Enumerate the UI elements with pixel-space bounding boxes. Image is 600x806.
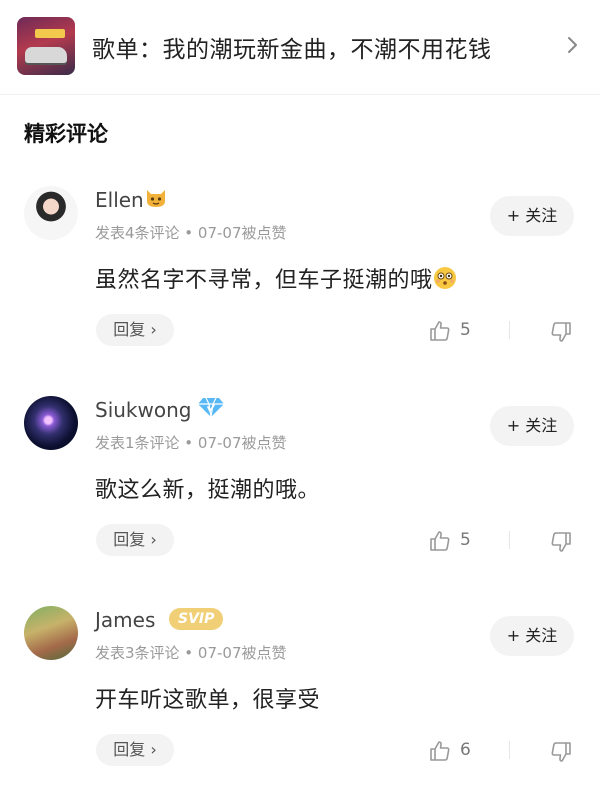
thumbs-down-icon[interactable]	[549, 320, 573, 344]
playlist-title[interactable]: 歌单：我的潮玩新金曲，不潮不用花钱	[92, 30, 492, 64]
thumbs-up-icon[interactable]	[428, 319, 452, 343]
comment-meta: 发表1条评论 • 07-07被点赞	[95, 434, 287, 452]
comment-text: 歌这么新，挺潮的哦。	[95, 478, 321, 503]
username[interactable]: Siukwong	[95, 398, 191, 422]
comment-item: Ellen 发表4条评论 • 07-07被点赞 + 关注 虽然名字不寻常，但车子…	[0, 176, 600, 386]
divider	[509, 531, 510, 549]
playlist-card[interactable]: 歌单：我的潮玩新金曲，不潮不用花钱	[0, 0, 600, 95]
follow-button[interactable]: + 关注	[490, 196, 574, 236]
like-count: 6	[460, 740, 471, 760]
reply-button[interactable]: 回复 ›	[96, 314, 174, 346]
comment-text: 开车听这歌单，很享受	[95, 688, 321, 713]
username[interactable]: Ellen	[95, 188, 144, 212]
thumbs-up-icon[interactable]	[428, 739, 452, 763]
svip-badge: SVIP	[169, 608, 224, 630]
comment-meta: 发表3条评论 • 07-07被点赞	[95, 644, 287, 662]
playlist-cover-image	[17, 17, 75, 75]
reply-button[interactable]: 回复 ›	[96, 734, 174, 766]
avatar[interactable]	[24, 396, 78, 450]
comment-item: James SVIP 发表3条评论 • 07-07被点赞 + 关注 开车听这歌单…	[0, 596, 600, 806]
follow-button[interactable]: + 关注	[490, 616, 574, 656]
comment-text: 虽然名字不寻常，但车子挺潮的哦	[95, 262, 457, 294]
follow-button[interactable]: + 关注	[490, 406, 574, 446]
like-count: 5	[460, 320, 471, 340]
thumbs-down-icon[interactable]	[549, 530, 573, 554]
like-count: 5	[460, 530, 471, 550]
username[interactable]: James	[95, 608, 155, 632]
divider	[509, 321, 510, 339]
thumbs-down-icon[interactable]	[549, 740, 573, 764]
reply-button[interactable]: 回复 ›	[96, 524, 174, 556]
section-title: 精彩评论	[24, 122, 108, 146]
avatar[interactable]	[24, 186, 78, 240]
thumbs-up-icon[interactable]	[428, 529, 452, 553]
comment-item: Siukwong 发表1条评论 • 07-07被点赞 + 关注 歌这么新，挺潮的…	[0, 386, 600, 596]
chevron-right-icon[interactable]	[560, 33, 584, 57]
comment-text-body: 虽然名字不寻常，但车子挺潮的哦	[95, 268, 433, 293]
cover-car	[25, 47, 67, 63]
cat-emoji-icon	[147, 190, 165, 207]
diamond-vip-icon	[198, 397, 224, 418]
cover-tag	[35, 29, 65, 38]
divider	[509, 741, 510, 759]
flushed-emoji-icon	[433, 267, 456, 289]
comment-meta: 发表4条评论 • 07-07被点赞	[95, 224, 287, 242]
avatar[interactable]	[24, 606, 78, 660]
